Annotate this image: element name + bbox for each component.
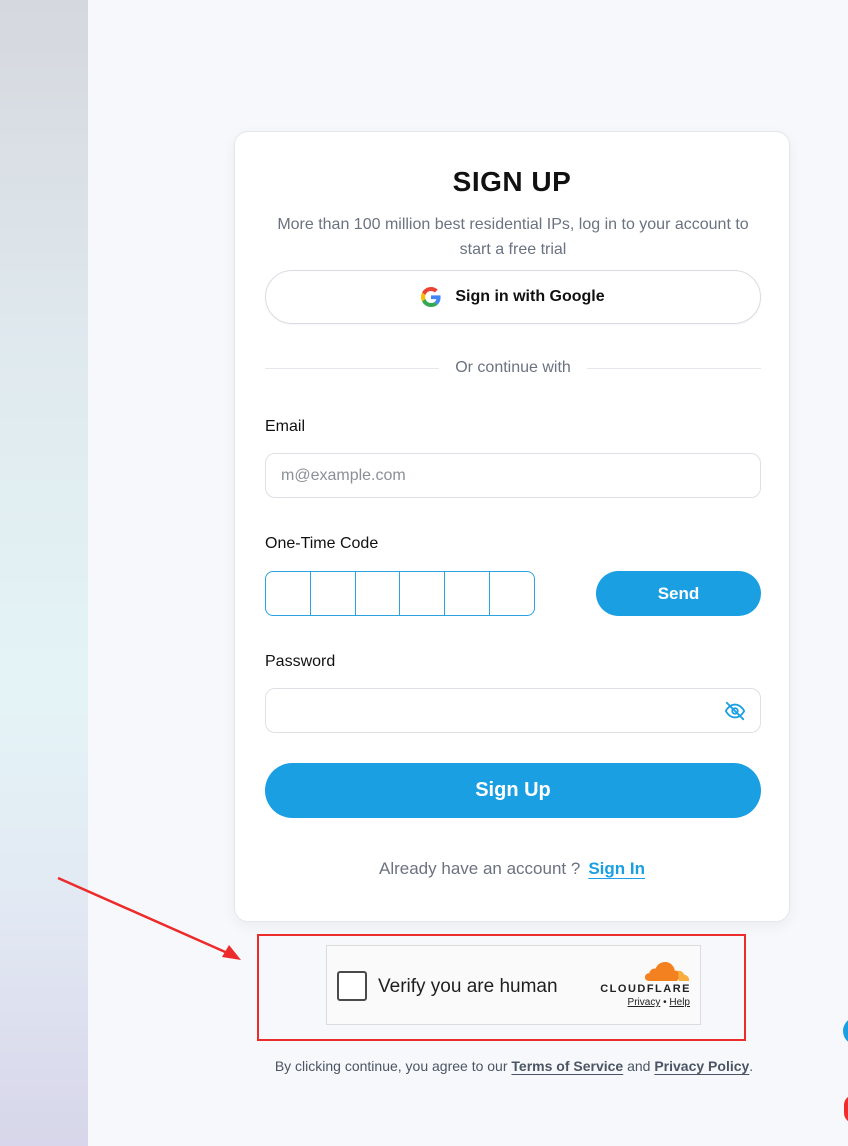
terms-suffix: . xyxy=(749,1058,754,1074)
terms-notice: By clicking continue, you agree to our T… xyxy=(0,1058,848,1074)
privacy-policy-link[interactable]: Privacy Policy xyxy=(654,1058,749,1074)
terms-prefix: By clicking continue, you agree to our xyxy=(274,1058,508,1074)
terms-of-service-link[interactable]: Terms of Service xyxy=(511,1058,623,1074)
annotation-arrow xyxy=(57,876,241,960)
terms-conjunction: and xyxy=(627,1058,651,1074)
